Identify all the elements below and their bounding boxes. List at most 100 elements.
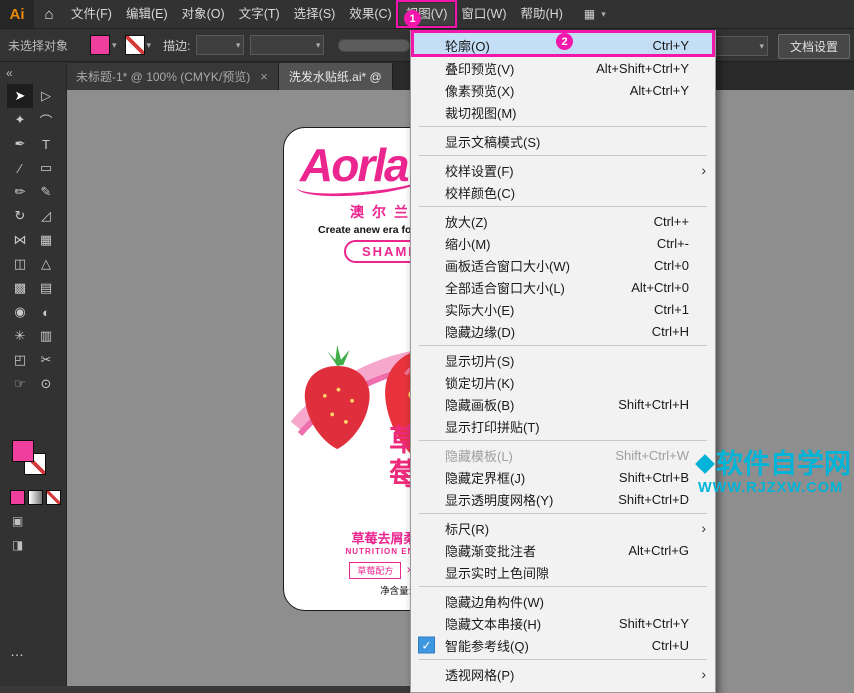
document-setup-button[interactable]: 文档设置 xyxy=(778,34,850,59)
app-logo-icon[interactable]: Ai xyxy=(0,0,34,28)
screen-mode-icon[interactable]: ◨ xyxy=(12,538,23,552)
menu-item-15[interactable]: 隐藏边缘(D)Ctrl+H xyxy=(411,320,715,342)
style-select[interactable]: ▾ xyxy=(712,36,768,56)
menu-item-24[interactable]: 显示透明度网格(Y)Shift+Ctrl+D xyxy=(411,488,715,510)
fill-caret-icon[interactable]: ▾ xyxy=(112,40,117,51)
tab-title: 洗发水贴纸.ai* @ xyxy=(289,68,382,85)
none-button[interactable] xyxy=(46,490,61,505)
menu-item-28[interactable]: 显示实时上色间隙 xyxy=(411,561,715,583)
menu-item-19[interactable]: 隐藏画板(B)Shift+Ctrl+H xyxy=(411,393,715,415)
menu-item-34[interactable]: 透视网格(P)› xyxy=(411,663,715,685)
stroke-weight-select[interactable]: ▾ xyxy=(196,35,244,55)
tab-close-icon[interactable]: × xyxy=(260,69,268,84)
menu-item-shortcut: Alt+Ctrl+G xyxy=(628,543,689,558)
view-menu: 轮廓(O)Ctrl+Y叠印预览(V)Alt+Shift+Ctrl+Y像素预览(X… xyxy=(410,30,716,693)
zoom-tool[interactable]: ⊙ xyxy=(33,372,59,396)
tools-panel: « ➤▷✦⌒✒T∕▭✏✎↻◿⋈▦◫△▩▤◉◐✳▥◰✂☞⊙ ▣ ◨ … xyxy=(0,62,67,693)
more-tools-icon[interactable]: … xyxy=(10,643,25,659)
menu-item-11[interactable]: 缩小(M)Ctrl+- xyxy=(411,232,715,254)
hand-tool[interactable]: ☞ xyxy=(7,372,33,396)
menu-item-17[interactable]: 显示切片(S) xyxy=(411,349,715,371)
rectangle-tool[interactable]: ▭ xyxy=(33,156,59,180)
menubar-items: 文件(F)编辑(E)对象(O)文字(T)选择(S)效果(C)视图(V)窗口(W)… xyxy=(64,0,570,28)
menubar-item-6[interactable]: 效果(C) xyxy=(342,3,398,25)
menubar-item-1[interactable]: 文件(F) xyxy=(64,3,119,25)
fill-swatch[interactable] xyxy=(12,440,34,462)
pencil-tool[interactable]: ✎ xyxy=(33,180,59,204)
menu-item-label: 隐藏定界框(J) xyxy=(445,468,525,487)
menu-item-27[interactable]: 隐藏渐变批注者Alt+Ctrl+G xyxy=(411,539,715,561)
illustrator-window: Ai ⌂ 文件(F)编辑(E)对象(O)文字(T)选择(S)效果(C)视图(V)… xyxy=(0,0,854,693)
perspective-grid-tool[interactable]: △ xyxy=(33,252,59,276)
menu-item-label: 显示透明度网格(Y) xyxy=(445,490,553,509)
pen-tool[interactable]: ✒ xyxy=(7,132,33,156)
rotate-tool[interactable]: ↻ xyxy=(7,204,33,228)
draw-normal-icon[interactable]: ▣ xyxy=(12,514,23,528)
menu-item-13[interactable]: 全部适合窗口大小(L)Alt+Ctrl+0 xyxy=(411,276,715,298)
home-icon[interactable]: ⌂ xyxy=(34,6,64,23)
menu-item-26[interactable]: 标尺(R)› xyxy=(411,517,715,539)
submenu-arrow-icon: › xyxy=(701,666,706,682)
document-tab-1[interactable]: 未标题-1* @ 100% (CMYK/预览)× xyxy=(66,63,279,90)
menu-item-shortcut: Ctrl++ xyxy=(654,214,689,229)
menu-item-18[interactable]: 锁定切片(K) xyxy=(411,371,715,393)
menu-item-30[interactable]: 隐藏边角构件(W) xyxy=(411,590,715,612)
menubar-item-4[interactable]: 文字(T) xyxy=(232,3,287,25)
document-tab-2[interactable]: 洗发水贴纸.ai* @ xyxy=(279,63,393,90)
menu-item-8[interactable]: 校样颜色(C) xyxy=(411,181,715,203)
free-transform-tool[interactable]: ▦ xyxy=(33,228,59,252)
line-segment-tool[interactable]: ∕ xyxy=(7,156,33,180)
menu-item-10[interactable]: 放大(Z)Ctrl++ xyxy=(411,210,715,232)
blend-tool[interactable]: ◐ xyxy=(33,300,59,324)
menu-bar: Ai ⌂ 文件(F)编辑(E)对象(O)文字(T)选择(S)效果(C)视图(V)… xyxy=(0,0,854,28)
menu-item-label: 校样颜色(C) xyxy=(445,183,515,202)
menubar-item-8[interactable]: 窗口(W) xyxy=(454,3,513,25)
width-tool[interactable]: ⋈ xyxy=(7,228,33,252)
menu-item-5[interactable]: 显示文稿模式(S) xyxy=(411,130,715,152)
artboard-tool[interactable]: ◰ xyxy=(7,348,33,372)
menu-item-2[interactable]: 像素预览(X)Alt+Ctrl+Y xyxy=(411,79,715,101)
panel-collapse-icon[interactable]: « xyxy=(0,62,66,84)
menu-item-12[interactable]: 画板适合窗口大小(W)Ctrl+0 xyxy=(411,254,715,276)
symbol-sprayer-tool[interactable]: ✳ xyxy=(7,324,33,348)
status-bar xyxy=(0,686,410,693)
menubar-item-3[interactable]: 对象(O) xyxy=(175,3,232,25)
fill-color-control[interactable] xyxy=(90,35,110,55)
opacity-slider[interactable] xyxy=(338,39,410,52)
submenu-arrow-icon: › xyxy=(701,162,706,178)
stroke-color-control[interactable] xyxy=(125,35,145,55)
gradient-tool[interactable]: ▤ xyxy=(33,276,59,300)
direct-selection-tool[interactable]: ▷ xyxy=(33,84,59,108)
slice-tool[interactable]: ✂ xyxy=(33,348,59,372)
shape-builder-tool[interactable]: ◫ xyxy=(7,252,33,276)
menubar-item-9[interactable]: 帮助(H) xyxy=(514,3,570,25)
lasso-tool[interactable]: ⌒ xyxy=(33,108,59,132)
menu-item-31[interactable]: 隐藏文本串接(H)Shift+Ctrl+Y xyxy=(411,612,715,634)
paintbrush-tool[interactable]: ✏ xyxy=(7,180,33,204)
checkmark-icon: ✓ xyxy=(418,637,435,654)
type-tool[interactable]: T xyxy=(33,132,59,156)
column-graph-tool[interactable]: ▥ xyxy=(33,324,59,348)
color-button[interactable] xyxy=(10,490,25,505)
menu-item-7[interactable]: 校样设置(F)› xyxy=(411,159,715,181)
menubar-item-5[interactable]: 选择(S) xyxy=(287,3,343,25)
menu-separator xyxy=(419,659,707,660)
menu-item-1[interactable]: 叠印预览(V)Alt+Shift+Ctrl+Y xyxy=(411,57,715,79)
gradient-button[interactable] xyxy=(28,490,43,505)
mesh-tool[interactable]: ▩ xyxy=(7,276,33,300)
selection-tool[interactable]: ➤ xyxy=(7,84,33,108)
menu-separator xyxy=(419,206,707,207)
workspace-switcher[interactable]: ▦ ▾ xyxy=(584,7,606,21)
menu-item-3[interactable]: 裁切视图(M) xyxy=(411,101,715,123)
scale-tool[interactable]: ◿ xyxy=(33,204,59,228)
menu-item-14[interactable]: 实际大小(E)Ctrl+1 xyxy=(411,298,715,320)
menu-item-23[interactable]: 隐藏定界框(J)Shift+Ctrl+B xyxy=(411,466,715,488)
magic-wand-tool[interactable]: ✦ xyxy=(7,108,33,132)
menu-item-20[interactable]: 显示打印拼贴(T) xyxy=(411,415,715,437)
brush-style-select[interactable]: ▾ xyxy=(250,35,324,55)
menu-item-32[interactable]: ✓智能参考线(Q)Ctrl+U xyxy=(411,634,715,656)
chevron-down-icon: ▾ xyxy=(601,9,606,20)
menubar-item-2[interactable]: 编辑(E) xyxy=(119,3,175,25)
eyedropper-tool[interactable]: ◉ xyxy=(7,300,33,324)
stroke-caret-icon[interactable]: ▾ xyxy=(147,40,152,51)
